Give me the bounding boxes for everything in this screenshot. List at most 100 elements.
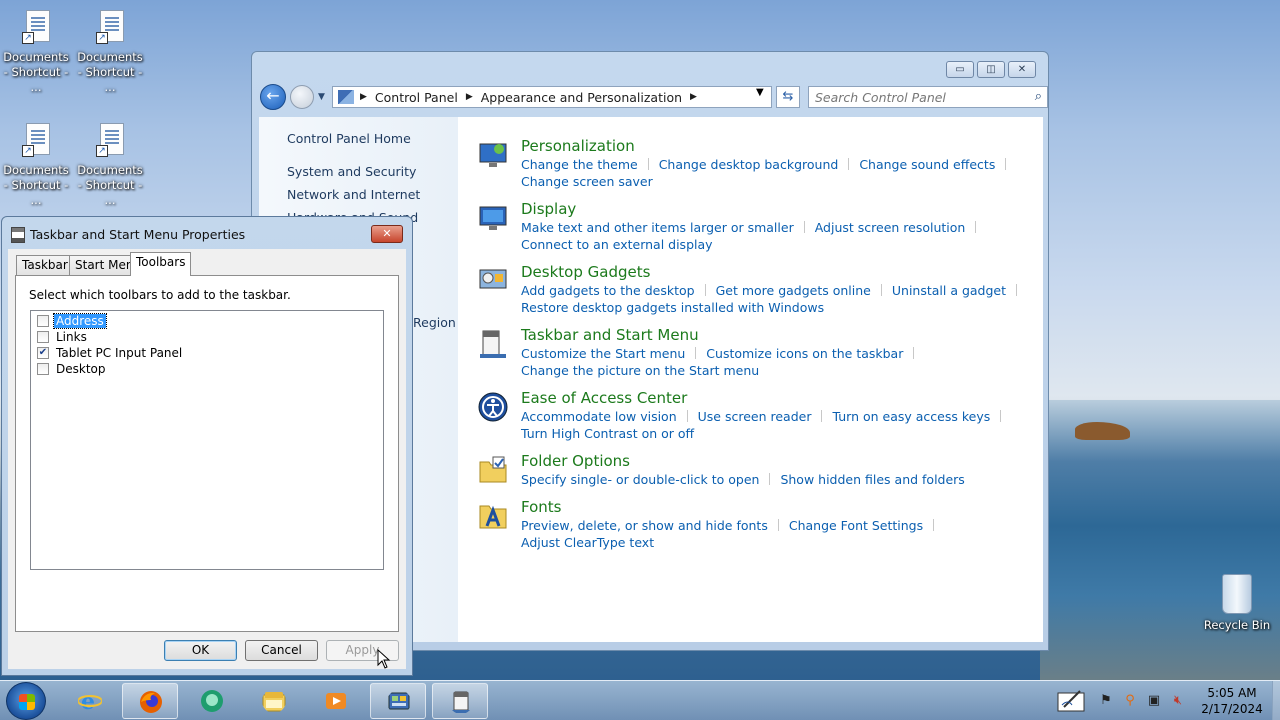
search-placeholder: Search Control Panel	[815, 90, 946, 105]
taskbar-app-firefox[interactable]	[122, 683, 178, 719]
sidebar-item-system-security[interactable]: System and Security	[287, 164, 416, 179]
category-title[interactable]: Display	[521, 200, 576, 218]
category-title[interactable]: Personalization	[521, 137, 635, 155]
taskbar-app-internet-explorer[interactable]: e	[62, 683, 118, 719]
show-desktop-button[interactable]	[1272, 681, 1280, 720]
sidebar-item-network-internet[interactable]: Network and Internet	[287, 187, 420, 202]
list-item-label: Address	[53, 312, 107, 329]
recycle-bin-icon	[1222, 574, 1252, 614]
tab-taskbar[interactable]: Taskbar	[16, 255, 74, 275]
category-links: Make text and other items larger or smal…	[521, 219, 1041, 253]
network-icon[interactable]: ▣	[1146, 693, 1162, 709]
list-item-desktop[interactable]: Desktop	[37, 361, 108, 376]
breadcrumb-separator-icon[interactable]: ▶	[690, 92, 697, 102]
link-uninstall-gadget[interactable]: Uninstall a gadget	[892, 283, 1006, 298]
desktop-icon-documents-shortcut[interactable]: ↗ Documents - Shortcut - ...	[0, 121, 72, 208]
link-connect-external-display[interactable]: Connect to an external display	[521, 237, 713, 252]
cancel-button[interactable]: Cancel	[245, 640, 318, 661]
tablet-pc-input-panel-icon[interactable]	[1056, 687, 1088, 715]
desktop-icon-label: Documents - Shortcut - ...	[3, 50, 69, 94]
desktop-icon-recycle-bin[interactable]: Recycle Bin	[1202, 574, 1272, 632]
volume-muted-icon[interactable]: 🔇︎	[1170, 693, 1186, 709]
breadcrumb-separator-icon[interactable]: ▶	[466, 92, 473, 102]
desktop-wallpaper-rock	[1075, 422, 1130, 440]
link-change-desktop-background[interactable]: Change desktop background	[659, 157, 839, 172]
breadcrumb-separator-icon[interactable]: ▶	[360, 92, 367, 102]
ok-button[interactable]: OK	[164, 640, 237, 661]
link-customize-start-menu[interactable]: Customize the Start menu	[521, 346, 685, 361]
desktop-icon-documents-shortcut[interactable]: ↗ Documents - Shortcut - ...	[74, 8, 146, 95]
list-item-address[interactable]: Address	[37, 312, 107, 329]
breadcrumb-control-panel[interactable]: Control Panel	[375, 90, 458, 105]
maximize-button[interactable]: ◫	[977, 61, 1005, 78]
back-button[interactable]: ←	[260, 84, 286, 110]
minimize-button[interactable]: ▭	[946, 61, 974, 78]
search-tray-icon[interactable]: ⚲	[1122, 693, 1138, 709]
link-add-gadgets[interactable]: Add gadgets to the desktop	[521, 283, 695, 298]
desktop-icon-documents-shortcut[interactable]: ↗ Documents - Shortcut - ...	[0, 8, 72, 95]
desktop-icon-documents-shortcut[interactable]: ↗ Documents - Shortcut - ...	[74, 121, 146, 208]
link-easy-access-keys[interactable]: Turn on easy access keys	[832, 409, 990, 424]
link-high-contrast[interactable]: Turn High Contrast on or off	[521, 426, 694, 441]
svg-text:e: e	[81, 689, 95, 713]
category-title[interactable]: Desktop Gadgets	[521, 263, 650, 281]
recent-pages-dropdown[interactable]: ▼	[318, 92, 325, 102]
category-title[interactable]: Folder Options	[521, 452, 630, 470]
link-restore-gadgets[interactable]: Restore desktop gadgets installed with W…	[521, 300, 824, 315]
desktop-gadgets-icon	[479, 269, 507, 289]
link-preview-fonts[interactable]: Preview, delete, or show and hide fonts	[521, 518, 768, 533]
desktop-icon-label: Documents - Shortcut - ...	[3, 163, 69, 207]
fonts-icon	[479, 505, 507, 529]
category-title[interactable]: Taskbar and Start Menu	[521, 326, 699, 344]
category-links: Specify single- or double-click to open S…	[521, 471, 1041, 488]
clock[interactable]: 5:05 AM 2/17/2024	[1196, 685, 1268, 717]
refresh-button[interactable]: ⇆	[776, 86, 800, 108]
toolbars-list[interactable]: Address Links ✔ Tablet PC Input Panel De…	[30, 310, 384, 570]
link-accommodate-low-vision[interactable]: Accommodate low vision	[521, 409, 677, 424]
document-shortcut-icon: ↗	[92, 121, 128, 161]
link-change-font-settings[interactable]: Change Font Settings	[789, 518, 923, 533]
display-icon	[479, 206, 507, 230]
link-change-screen-saver[interactable]: Change screen saver	[521, 174, 653, 189]
start-button[interactable]	[6, 682, 46, 720]
taskbar-app-media-player[interactable]	[308, 683, 364, 719]
tab-toolbars[interactable]: Toolbars	[130, 252, 192, 276]
category-title[interactable]: Ease of Access Center	[521, 389, 687, 407]
link-customize-taskbar-icons[interactable]: Customize icons on the taskbar	[706, 346, 903, 361]
close-button[interactable]: ✕	[1008, 61, 1036, 78]
checkbox-desktop[interactable]	[37, 362, 49, 375]
taskbar-properties-icon	[450, 691, 472, 713]
address-dropdown-icon[interactable]: ▼	[756, 87, 764, 98]
taskbar-app-control-panel[interactable]	[370, 683, 426, 719]
forward-button[interactable]	[290, 85, 314, 109]
list-item-links[interactable]: Links	[37, 329, 89, 344]
link-single-double-click[interactable]: Specify single- or double-click to open	[521, 472, 759, 487]
taskbar-start-menu-icon	[480, 330, 506, 358]
link-make-text-larger[interactable]: Make text and other items larger or smal…	[521, 220, 794, 235]
link-show-hidden-files[interactable]: Show hidden files and folders	[780, 472, 964, 487]
list-item-tablet-pc-input-panel[interactable]: ✔ Tablet PC Input Panel	[37, 345, 184, 360]
link-change-theme[interactable]: Change the theme	[521, 157, 638, 172]
checkbox-address[interactable]	[37, 314, 49, 327]
taskbar-properties-dialog: Taskbar and Start Menu Properties ✕ Task…	[1, 216, 413, 676]
sidebar-item-control-panel-home[interactable]: Control Panel Home	[287, 131, 411, 146]
checkbox-tablet-pc-input-panel[interactable]: ✔	[37, 346, 49, 359]
taskbar-app-taskbar-properties[interactable]	[432, 683, 488, 719]
address-bar[interactable]: ▶ Control Panel ▶ Appearance and Persona…	[332, 86, 772, 108]
checkbox-links[interactable]	[37, 330, 49, 343]
sidebar-item-region[interactable]: Region	[413, 315, 456, 330]
action-center-flag-icon[interactable]: ⚑	[1098, 693, 1114, 709]
taskbar-app-file-explorer[interactable]	[246, 683, 302, 719]
link-change-start-picture[interactable]: Change the picture on the Start menu	[521, 363, 759, 378]
category-title[interactable]: Fonts	[521, 498, 561, 516]
search-input[interactable]: Search Control Panel ⌕	[808, 86, 1048, 108]
breadcrumb-appearance[interactable]: Appearance and Personalization	[481, 90, 682, 105]
link-adjust-cleartype[interactable]: Adjust ClearType text	[521, 535, 654, 550]
link-adjust-screen-resolution[interactable]: Adjust screen resolution	[815, 220, 966, 235]
taskbar-app-chat[interactable]	[184, 683, 240, 719]
link-get-more-gadgets[interactable]: Get more gadgets online	[716, 283, 871, 298]
link-use-screen-reader[interactable]: Use screen reader	[698, 409, 812, 424]
link-change-sound-effects[interactable]: Change sound effects	[859, 157, 995, 172]
search-icon[interactable]: ⌕	[1035, 89, 1042, 104]
dialog-close-button[interactable]: ✕	[371, 225, 403, 243]
